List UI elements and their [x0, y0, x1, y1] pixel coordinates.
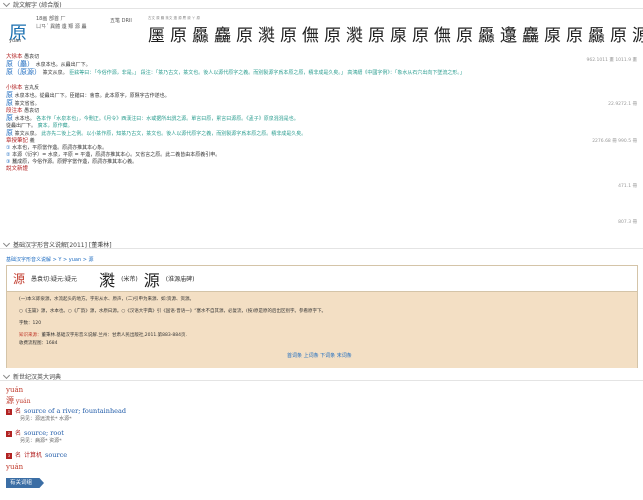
collapse-icon[interactable] — [2, 371, 11, 379]
panel-line: ○《玉篇》源，水本也。○《广韵》源，水原曰源。○《汉语大字典》引《国语·晋语一》… — [19, 309, 327, 314]
glyph-variant: 厵 — [192, 26, 209, 46]
source-label: 知识来源： — [19, 333, 42, 338]
glyph-variant: 厵 — [478, 26, 495, 46]
related-phrases-button[interactable]: 有关词组 — [6, 478, 44, 488]
panel-line: 字数：120 — [19, 321, 42, 326]
character-meta: 18画 部首 厂 ㄩㄢˊ 異體 邍 羱 源 厵 — [36, 15, 86, 31]
section-title: 說文解字 (綜合版) — [13, 1, 62, 9]
duan-note: 廣本，原作蘗。 — [37, 123, 73, 129]
note-item: 水本也，平原當作邍。原詞亦推其本心象。 — [12, 145, 108, 151]
meta-row-1: 18画 部首 厂 — [36, 16, 66, 22]
entry-glyph: 原（厵） — [6, 60, 34, 68]
ref-number: 807.3 冊 — [618, 220, 637, 225]
section-header-shuowen[interactable]: 說文解字 (綜合版) — [0, 0, 643, 9]
glyph-variant: 原 — [566, 26, 583, 46]
dict-entry: 1 名 source of a river; fountainhead 另见：源远流… — [6, 407, 127, 422]
dict-entry: 2 名 source; root 另见：病源* 资源* — [6, 429, 64, 444]
duan-def: 篆文从泉。 — [14, 131, 40, 137]
glyph-variant: 麤 — [522, 26, 539, 46]
note-item: 本源（衍字）= 水泉，平原 = 平邍，原詞亦推其本心。又省言之原。此二義皆由本原… — [12, 152, 221, 158]
section-title: 基础汉字形音义说解[2011] [董秉林] — [13, 241, 112, 249]
edition-tag: 說文新證 — [6, 166, 29, 172]
meta-extra: 五笔 DRII — [110, 18, 132, 24]
glyph-variant: 原 — [368, 26, 385, 46]
section-header-jichu[interactable]: 基础汉字形音义说解[2011] [董秉林] — [0, 239, 643, 249]
dict-headword: 源 yuán — [6, 396, 31, 405]
edition-tag: 章授筆記 — [6, 138, 29, 144]
calligraphy-glyph: 源 — [143, 270, 160, 290]
section-header-dict[interactable]: 新世纪汉英大词典 — [0, 371, 643, 381]
small-def: 水泉本也。從灥出厂下。臣鍇曰：會意。此本原字，原隰字古作遂也。 — [14, 93, 170, 99]
duan-note: 此亦先二後上之例。以小篆作原，知篆乃古文，篆文也。後人以源代原字之義，而別製源字… — [41, 131, 307, 137]
duan-def: 水本也。 — [14, 116, 35, 122]
collapse-icon[interactable] — [2, 0, 11, 7]
glyph-variant: 㒇 — [434, 26, 451, 46]
ref-number: 2276.68 冊 990.5 冊 — [592, 139, 637, 144]
glyph-variant: 原 — [280, 26, 297, 46]
calligraphy-note: (淮源庙碑) — [165, 276, 195, 283]
calligraphy-note: (米芾) — [121, 276, 138, 283]
glyph-variant: 源 — [632, 26, 643, 46]
glyph-variant: 原 — [412, 26, 429, 46]
glyph-variant: 㒇 — [302, 26, 319, 46]
source: 董秉林.基础汉字形音义说解.兰州：甘肃人民出版社,2011.第883-884页. — [41, 333, 187, 338]
pron: 義 — [29, 138, 35, 144]
glyph-variant: 原 — [456, 26, 473, 46]
glyph-caption-row: 古文 原 厵 篆文 邍 源 麖 厡 ㄚ 原 — [148, 16, 200, 20]
ref-number: 471.1 冊 — [618, 184, 637, 189]
dict-pinyin: yuán — [6, 386, 24, 394]
panel-line: (一)本义即泉源，水流起头的地方。字形从水、原声，(二)引申为来源、如:资源、资… — [19, 297, 195, 302]
entry-def: 篆文从泉。 — [42, 70, 68, 76]
collapse-icon[interactable] — [2, 239, 11, 247]
note-item: 蠶成原，今俗作源。原野字當作邍，原詞亦推其本心義。 — [12, 159, 138, 165]
small-def: 篆文省省。 — [14, 101, 40, 107]
meta-row-2: ㄩㄢˊ 異體 邍 羱 源 厵 — [36, 24, 87, 30]
panel-char: 源 — [13, 272, 26, 286]
glyph-variant: 原 — [236, 26, 253, 46]
note-label: 臣鉉等曰： — [69, 70, 95, 76]
glyph-variant: 㶋 — [346, 26, 363, 46]
panel-header: 源 愚袁切:疑元:疑元 㶋 (米芾) 源 (淮源庙碑) — [7, 266, 637, 292]
glyph-variant: 邍 — [500, 26, 517, 46]
dict-pinyin: yuán — [6, 463, 24, 471]
pron: 言丸反 — [24, 85, 40, 91]
glyph-variant: 厡 — [390, 26, 407, 46]
section-title: 新世纪汉英大词典 — [13, 373, 62, 381]
glyph-variant: 原 — [170, 26, 187, 46]
glyph-variant: 㕓 — [148, 26, 165, 46]
glyph-evolution-row: 㕓原厵麤原㶋原㒇原㶋原厡原㒇原厵邍麤厡原厵原源 — [148, 26, 643, 46]
pagination-links[interactable]: 首词条 上词条 下词条 末词条 — [287, 352, 352, 359]
glyph-variant: 厡 — [544, 26, 561, 46]
note: 「今俗作源，非是。」 段注：「篆乃古文，篆文也。後人以源代原字之義。而別製源字爲… — [94, 70, 465, 76]
breadcrumb[interactable]: 基础汉字形音义说解 > Y > yuan > 源 — [6, 256, 94, 263]
glyph-variant: 㶋 — [258, 26, 275, 46]
entry-def: 水泉本也。从灥出厂下。 — [35, 62, 91, 68]
source-2: 收费流程图：1684 — [19, 341, 58, 346]
glyph-variant: 原 — [324, 26, 341, 46]
pron: 愚袁切 — [24, 108, 40, 114]
ref-number: 962.1011 畫 1011.9 畫 — [586, 58, 637, 63]
dict-entry: 3 名计算机 source — [6, 451, 68, 459]
ref-number: 22.9272.1 冊 — [608, 102, 637, 107]
glyph-caption: 古文 原 厵 篆文 邍 源 麖 厡 ㄚ 原 — [148, 16, 201, 20]
glyph-variant: 原 — [610, 26, 627, 46]
glyph-variant: 麤 — [214, 26, 231, 46]
entry-glyph: 原（原源） — [6, 68, 41, 76]
glyph-variant: 厵 — [588, 26, 605, 46]
panel-pron: 愚袁切:疑元:疑元 — [31, 276, 78, 283]
duan-note: 各本作「水泉本也」，今刪正。《月令》西漢注曰：水或据所出謂之源。單言曰原，累言曰… — [36, 116, 299, 122]
calligraphy-glyph: 㶋 — [99, 270, 116, 290]
shuowen-block: 大徐本 愚袁切 原（厵） 水泉本也。从灥出厂下。 原（原源） 篆文从泉。 臣鉉等… — [6, 54, 465, 172]
head-pinyin: yuán — [9, 38, 22, 44]
